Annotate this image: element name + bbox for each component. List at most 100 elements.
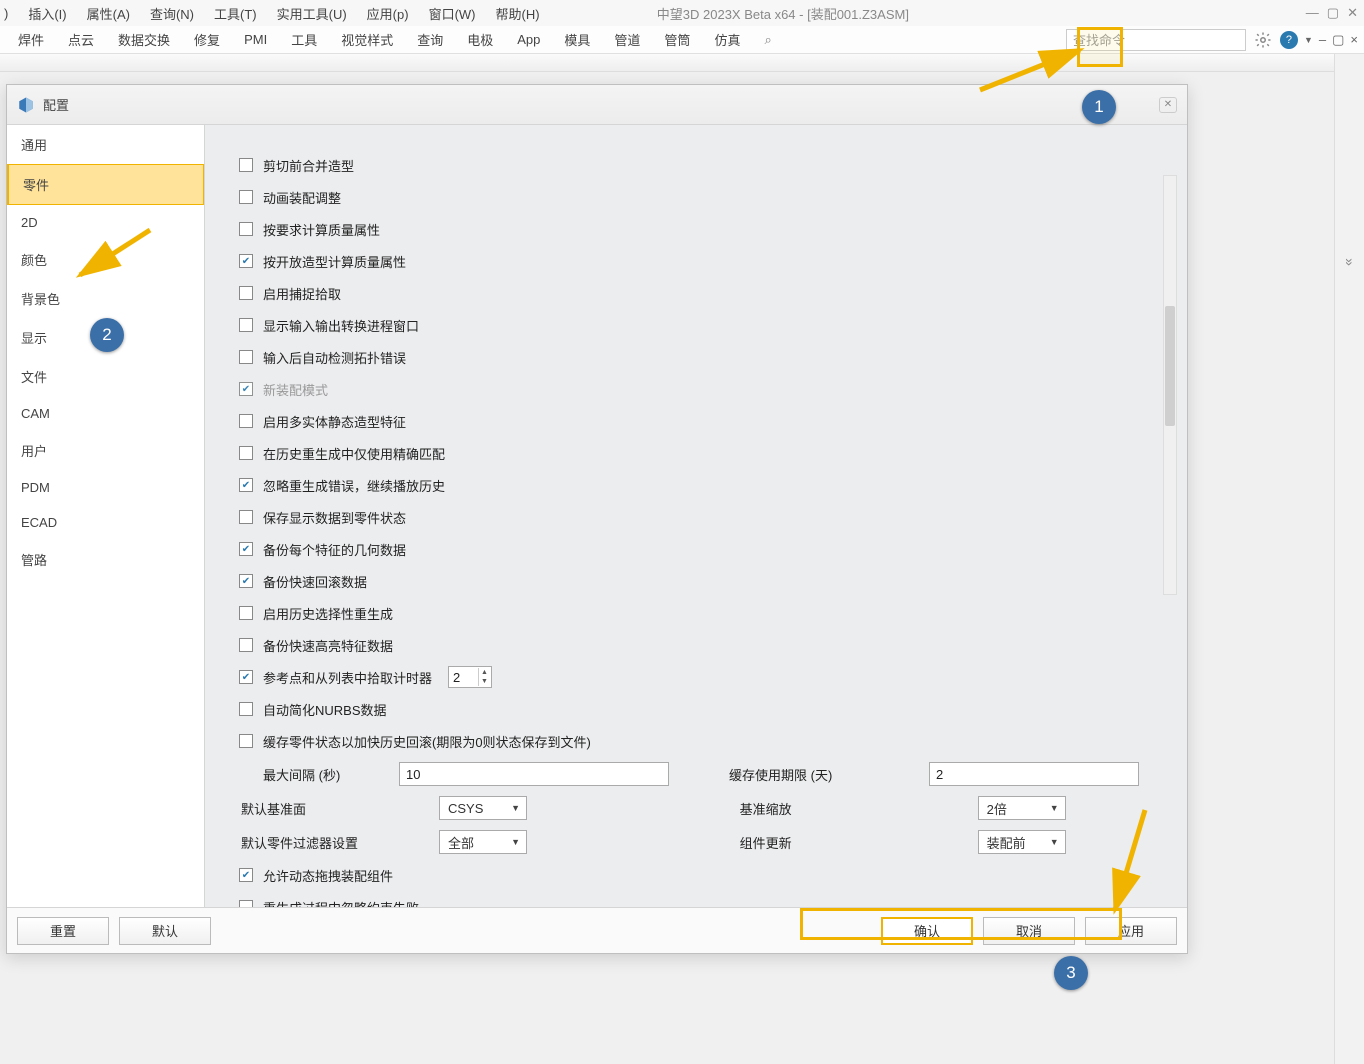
- tab-app[interactable]: App: [505, 28, 552, 51]
- dialog-footer: 重置 默认 确认 取消 应用: [7, 907, 1187, 953]
- chk-backup-highlight[interactable]: 备份快速高亮特征数据: [239, 629, 1139, 661]
- ok-button[interactable]: 确认: [881, 917, 973, 945]
- cat-cam[interactable]: CAM: [7, 396, 204, 431]
- apply-button[interactable]: 应用: [1085, 917, 1177, 945]
- combo-default-filter[interactable]: 全部▼: [439, 830, 527, 854]
- label: 备份快速高亮特征数据: [263, 636, 393, 655]
- cancel-button[interactable]: 取消: [983, 917, 1075, 945]
- dropdown-icon[interactable]: ▼: [1304, 35, 1313, 45]
- tab-pmi[interactable]: PMI: [232, 28, 279, 51]
- mdi-close-icon[interactable]: ×: [1350, 32, 1358, 47]
- default-button[interactable]: 默认: [119, 917, 211, 945]
- right-panel-collapsed[interactable]: »: [1334, 54, 1364, 1064]
- cat-ecad[interactable]: ECAD: [7, 505, 204, 540]
- mdi-min-icon[interactable]: –: [1319, 32, 1326, 47]
- chk-backup-feature-geo[interactable]: 备份每个特征的几何数据: [239, 533, 1139, 565]
- label: 缓存零件状态以加快历史回滚(期限为0则状态保存到文件): [263, 732, 591, 751]
- restore-icon[interactable]: ▢: [1327, 5, 1339, 21]
- tab-electrode[interactable]: 电极: [455, 26, 505, 53]
- tab-sim[interactable]: 仿真: [702, 26, 752, 53]
- cat-display[interactable]: 显示: [7, 318, 204, 357]
- label: 忽略重生成错误，继续播放历史: [263, 476, 445, 495]
- label: 按开放造型计算质量属性: [263, 252, 406, 271]
- dialog-close-button[interactable]: ✕: [1159, 97, 1177, 113]
- cat-bgcolor[interactable]: 背景色: [7, 279, 204, 318]
- label: 启用捕捉拾取: [263, 284, 341, 303]
- search-input[interactable]: 查找命令: [1066, 29, 1246, 51]
- cat-2d[interactable]: 2D: [7, 205, 204, 240]
- cat-part[interactable]: 零件: [7, 164, 204, 205]
- label: 自动简化NURBS数据: [263, 700, 387, 719]
- label: 备份快速回滚数据: [263, 572, 367, 591]
- chk-cache-state[interactable]: 缓存零件状态以加快历史回滚(期限为0则状态保存到文件): [239, 725, 1139, 757]
- chk-allow-drag[interactable]: 允许动态拖拽装配组件: [239, 859, 1139, 891]
- scrollbar-thumb[interactable]: [1165, 306, 1175, 426]
- menu-query[interactable]: 查询(N): [140, 1, 204, 26]
- tab-dataex[interactable]: 数据交换: [106, 26, 182, 53]
- chk-multibody-static[interactable]: 启用多实体静态造型特征: [239, 405, 1139, 437]
- chk-ignore-regen-err[interactable]: 忽略重生成错误，继续播放历史: [239, 469, 1139, 501]
- config-dialog: 配置 ✕ 通用 零件 2D 颜色 背景色 显示 文件 CAM 用户 PDM EC…: [6, 84, 1188, 954]
- chk-enable-snap-pick[interactable]: 启用捕捉拾取: [239, 277, 1139, 309]
- menu-attr[interactable]: 属性(A): [77, 1, 140, 26]
- cat-user[interactable]: 用户: [7, 431, 204, 470]
- label: 剪切前合并造型: [263, 156, 354, 175]
- label: 按要求计算质量属性: [263, 220, 380, 239]
- chk-nurbs[interactable]: 自动简化NURBS数据: [239, 693, 1139, 725]
- chk-exact-match-regen[interactable]: 在历史重生成中仅使用精确匹配: [239, 437, 1139, 469]
- menu-tools[interactable]: 工具(T): [204, 1, 267, 26]
- tab-query[interactable]: 查询: [405, 26, 455, 53]
- tab-mold[interactable]: 模具: [552, 26, 602, 53]
- minimize-icon[interactable]: ―: [1306, 5, 1319, 21]
- lbl-cache-limit: 缓存使用期限 (天): [729, 765, 929, 784]
- chk-backup-rollback[interactable]: 备份快速回滚数据: [239, 565, 1139, 597]
- chk-check-topology[interactable]: 输入后自动检测拓扑错误: [239, 341, 1139, 373]
- input-max-interval[interactable]: 10: [399, 762, 669, 786]
- tab-repair[interactable]: 修复: [182, 26, 232, 53]
- dialog-title: 配置: [43, 95, 69, 114]
- chk-mass-open-shape[interactable]: 按开放造型计算质量属性: [239, 245, 1139, 277]
- menu-util[interactable]: 实用工具(U): [267, 1, 357, 26]
- cat-file[interactable]: 文件: [7, 357, 204, 396]
- label: 在历史重生成中仅使用精确匹配: [263, 444, 445, 463]
- menu-window[interactable]: 窗口(W): [419, 1, 486, 26]
- combo-base-scale[interactable]: 2倍▼: [978, 796, 1066, 820]
- chk-selective-regen[interactable]: 启用历史选择性重生成: [239, 597, 1139, 629]
- combo-component-update[interactable]: 装配前▼: [978, 830, 1066, 854]
- tab-pipe[interactable]: 管道: [602, 26, 652, 53]
- combo-default-plane[interactable]: CSYS▼: [439, 796, 527, 820]
- tab-visual[interactable]: 视觉样式: [329, 26, 405, 53]
- cat-pdm[interactable]: PDM: [7, 470, 204, 505]
- label: 参考点和从列表中拾取计时器: [263, 668, 432, 687]
- chk-ignore-constraint[interactable]: 重生成过程中忽略约束失败: [239, 891, 1139, 907]
- timer-spinner[interactable]: 2 ▲▼: [448, 666, 492, 688]
- expand-arrow-icon[interactable]: »: [1341, 258, 1357, 266]
- reset-button[interactable]: 重置: [17, 917, 109, 945]
- chk-mass-on-demand[interactable]: 按要求计算质量属性: [239, 213, 1139, 245]
- close-icon[interactable]: ✕: [1347, 5, 1358, 21]
- cat-pipe[interactable]: 管路: [7, 540, 204, 579]
- cat-color[interactable]: 颜色: [7, 240, 204, 279]
- scrollbar[interactable]: [1163, 175, 1177, 595]
- input-cache-limit[interactable]: 2: [929, 762, 1139, 786]
- tab-tube[interactable]: 管筒: [652, 26, 702, 53]
- cat-general[interactable]: 通用: [7, 125, 204, 164]
- mdi-max-icon[interactable]: ▢: [1332, 32, 1344, 48]
- gear-icon[interactable]: [1252, 29, 1274, 51]
- chk-timer[interactable]: 参考点和从列表中拾取计时器 2 ▲▼: [239, 661, 1139, 693]
- label: 动画装配调整: [263, 188, 341, 207]
- chk-save-display-state[interactable]: 保存显示数据到零件状态: [239, 501, 1139, 533]
- menu-app[interactable]: 应用(p): [357, 1, 419, 26]
- menu-help[interactable]: 帮助(H): [486, 1, 550, 26]
- help-icon[interactable]: ?: [1280, 31, 1298, 49]
- chk-show-io-progress[interactable]: 显示输入输出转换进程窗口: [239, 309, 1139, 341]
- tab-tools[interactable]: 工具: [279, 26, 329, 53]
- dialog-titlebar: 配置 ✕: [7, 85, 1187, 125]
- tab-weld[interactable]: 焊件: [6, 26, 56, 53]
- tab-pointcloud[interactable]: 点云: [56, 26, 106, 53]
- menu-insert[interactable]: 插入(I): [18, 1, 76, 26]
- search-tab-icon[interactable]: ⌕: [752, 28, 783, 52]
- chk-anim-asm-adjust[interactable]: 动画装配调整: [239, 181, 1139, 213]
- menu-cut[interactable]: ): [4, 3, 18, 24]
- chk-merge-before-cut[interactable]: 剪切前合并造型: [239, 149, 1139, 181]
